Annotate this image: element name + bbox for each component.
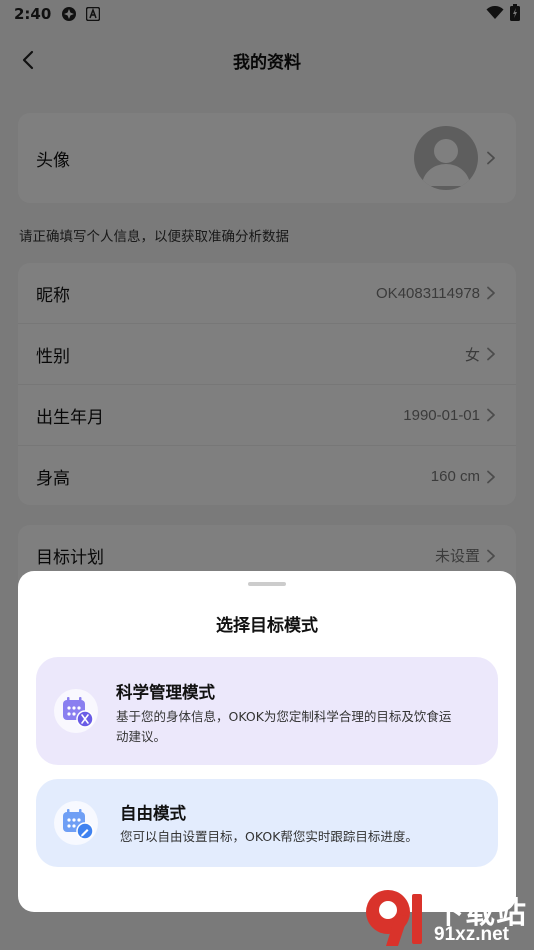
scientific-mode-description: 基于您的身体信息，OKOK为您定制科学合理的目标及饮食运 动建议。 [116,707,488,747]
watermark-line2: 91xz.net [434,924,509,945]
scientific-mode-desc-line1: 基于您的身体信息，OKOK为您定制科学合理的目标及饮食运 [116,709,452,724]
calendar-edit-icon [54,801,98,845]
free-mode-option[interactable]: 自由模式 您可以自由设置目标，OKOK帮您实时跟踪目标进度。 [36,779,498,867]
sheet-drag-handle[interactable] [248,582,286,586]
free-mode-description: 您可以自由设置目标，OKOK帮您实时跟踪目标进度。 [120,829,418,844]
watermark-logo-icon [366,890,422,946]
watermark: 下载站 91xz.net [362,886,534,950]
calendar-fork-icon [54,689,98,733]
goal-mode-sheet: 选择目标模式 科学管理模式 基于您的身体信息，OKOK为您定制科学合理的目标及饮… [18,571,516,912]
sheet-title: 选择目标模式 [216,616,318,636]
scientific-mode-desc-line2: 动建议。 [116,729,167,744]
free-mode-title: 自由模式 [120,804,186,823]
scientific-mode-option[interactable]: 科学管理模式 基于您的身体信息，OKOK为您定制科学合理的目标及饮食运 动建议。 [36,657,498,765]
scientific-mode-title: 科学管理模式 [116,683,215,702]
